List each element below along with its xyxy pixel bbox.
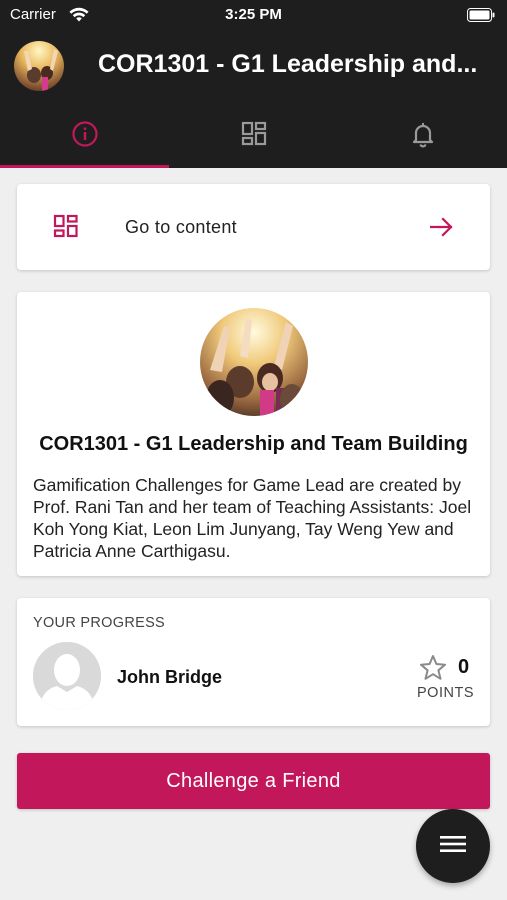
- course-image: [200, 308, 308, 416]
- battery-icon: [467, 8, 495, 27]
- points-value: 0: [458, 656, 470, 678]
- info-icon: [71, 120, 99, 153]
- app-header: COR1301 - G1 Leadership and...: [0, 32, 507, 104]
- arrow-right-icon: [429, 216, 454, 243]
- progress-card: YOUR PROGRESS John Bridge 0 POINTS: [17, 598, 490, 726]
- menu-fab-button[interactable]: [416, 809, 490, 883]
- course-avatar[interactable]: [14, 41, 64, 91]
- points-label: POINTS: [417, 685, 474, 701]
- progress-heading: YOUR PROGRESS: [33, 615, 166, 631]
- user-avatar[interactable]: [33, 642, 101, 710]
- status-time: 3:25 PM: [225, 6, 282, 23]
- user-name: John Bridge: [117, 667, 223, 687]
- menu-icon: [440, 834, 466, 859]
- course-title: COR1301 - G1 Leadership and Team Buildin…: [39, 433, 468, 455]
- tab-indicator: [0, 165, 169, 168]
- go-to-content-card[interactable]: Go to content: [17, 184, 490, 270]
- course-description: Gamification Challenges for Game Lead ar…: [33, 475, 472, 561]
- tab-info[interactable]: [0, 104, 169, 168]
- tab-content[interactable]: [169, 104, 338, 168]
- bell-icon: [409, 120, 437, 153]
- star-icon: [419, 654, 447, 686]
- header-title: COR1301 - G1 Leadership and...: [98, 50, 478, 78]
- grid-icon: [53, 214, 79, 245]
- challenge-friend-button[interactable]: Challenge a Friend: [17, 753, 490, 809]
- grid-icon: [240, 120, 268, 153]
- course-info-card: COR1301 - G1 Leadership and Team Buildin…: [17, 292, 490, 576]
- status-bar: Carrier 3:25 PM: [0, 0, 507, 32]
- tab-notifications[interactable]: [338, 104, 507, 168]
- tab-bar: [0, 104, 507, 168]
- go-to-content-label: Go to content: [125, 217, 237, 237]
